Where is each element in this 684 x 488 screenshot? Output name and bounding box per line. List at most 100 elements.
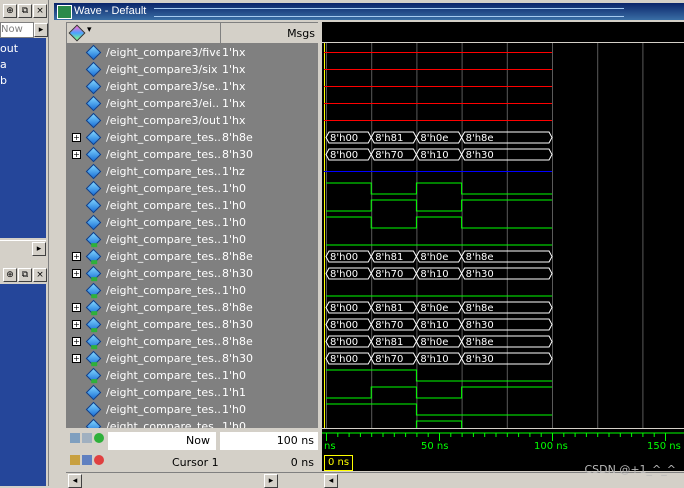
signal-value: 1'hx — [222, 97, 246, 110]
cursor-toolbar-icons[interactable] — [70, 433, 106, 445]
signal-row[interactable]: /eight_compare3/out1 — [66, 112, 220, 129]
undock-icon[interactable]: ⧉ — [18, 268, 32, 282]
bus-value-label: 8'h0e — [420, 133, 448, 144]
bus-value-label: 8'h00 — [330, 150, 358, 161]
signal-name: /eight_compare_tes... — [106, 267, 220, 280]
tree-item[interactable]: a — [0, 58, 7, 71]
signal-value: 1'h0 — [222, 284, 246, 297]
signal-icon — [85, 61, 102, 78]
expand-icon[interactable]: + — [72, 269, 81, 278]
cursor-lock-icons[interactable] — [70, 455, 106, 467]
signal-name: /eight_compare3/se... — [106, 80, 220, 93]
waveform-svg[interactable]: 8'h00 8'h81 8'h0e 8'h8e 8'h00 8'h70 8'h10 8'h30… — [322, 43, 684, 428]
signal-row[interactable]: /eight_compare_tes... — [66, 384, 220, 401]
cursor-marker[interactable]: 0 ns — [324, 455, 354, 471]
signal-row[interactable]: /eight_compare_tes... — [66, 163, 220, 180]
signal-row[interactable]: /eight_compare_tes... — [66, 214, 220, 231]
wave-header — [322, 22, 684, 42]
signal-icon — [85, 418, 102, 428]
add-cursor-icon[interactable] — [94, 433, 104, 443]
now-icon[interactable] — [70, 433, 80, 443]
add-wave-icon[interactable] — [68, 24, 86, 42]
bus-value-label: 8'h70 — [375, 269, 403, 280]
signal-row[interactable]: + /eight_compare_tes... — [66, 299, 220, 316]
objects-panel[interactable] — [0, 284, 46, 486]
scroll-right-icon[interactable]: ▸ — [32, 242, 46, 256]
signal-value: 1'h0 — [222, 369, 246, 382]
ruler-label: 100 ns — [534, 441, 568, 452]
signal-value: 8'h30 — [222, 267, 253, 280]
signal-row[interactable]: + /eight_compare_tes... — [66, 350, 220, 367]
delete-cursor-icon[interactable] — [94, 455, 104, 465]
arrow-right-icon[interactable]: ▸ — [34, 23, 48, 37]
pin-icon[interactable]: ⊕ — [3, 268, 17, 282]
signal-row[interactable]: + /eight_compare_tes... — [66, 333, 220, 350]
waveform-area[interactable]: 8'h00 8'h81 8'h0e 8'h8e 8'h00 8'h70 8'h10 8'h30… — [322, 43, 684, 428]
bus-value-label: 8'h30 — [466, 150, 494, 161]
bus-value-label: 8'h8e — [466, 337, 494, 348]
signal-value: 1'h0 — [222, 233, 246, 246]
signal-value: 8'h8e — [222, 301, 253, 314]
close-icon[interactable]: × — [33, 268, 47, 282]
pin-icon[interactable]: ⊕ — [3, 4, 17, 18]
bus-value-label: 8'h81 — [375, 133, 403, 144]
signal-row[interactable]: + /eight_compare_tes... — [66, 265, 220, 282]
cursor-label[interactable]: Cursor 1 — [172, 456, 219, 469]
signal-row[interactable]: /eight_compare_tes... — [66, 282, 220, 299]
signal-row[interactable]: /eight_compare_tes... — [66, 367, 220, 384]
signal-icon — [85, 146, 102, 163]
expand-icon[interactable]: + — [72, 150, 81, 159]
cursor-list-icon[interactable] — [82, 433, 92, 443]
signal-name: /eight_compare_tes... — [106, 131, 220, 144]
structure-tree[interactable]: out a b — [0, 38, 46, 238]
signal-row[interactable]: /eight_compare3/ei... — [66, 95, 220, 112]
close-icon[interactable]: × — [33, 4, 47, 18]
signal-name: /eight_compare_tes... — [106, 199, 220, 212]
expand-icon[interactable]: + — [72, 303, 81, 312]
signal-row[interactable]: /eight_compare3/five — [66, 44, 220, 61]
now-field[interactable]: Now — [0, 22, 34, 38]
chevron-down-icon[interactable]: ▾ — [87, 25, 92, 35]
signal-icon — [85, 44, 102, 61]
expand-icon[interactable]: + — [72, 354, 81, 363]
signal-row[interactable]: /eight_compare_tes... — [66, 231, 220, 248]
expand-icon[interactable]: + — [72, 133, 81, 142]
signal-icon — [85, 129, 102, 146]
signal-row[interactable]: /eight_compare3/se... — [66, 78, 220, 95]
expand-icon[interactable]: + — [72, 320, 81, 329]
signal-row[interactable]: /eight_compare_tes... — [66, 180, 220, 197]
names-header[interactable]: ▾ — [66, 22, 222, 44]
signal-row[interactable]: + /eight_compare_tes... — [66, 248, 220, 265]
bus-value-label: 8'h10 — [420, 150, 448, 161]
pencil-icon[interactable] — [82, 455, 92, 465]
bus-value-label: 8'h00 — [330, 303, 358, 314]
undock-icon[interactable]: ⧉ — [18, 4, 32, 18]
signal-row[interactable]: + /eight_compare_tes... — [66, 129, 220, 146]
output-signal-icon — [85, 367, 102, 384]
expand-icon[interactable]: + — [72, 252, 81, 261]
signal-row[interactable]: /eight_compare_tes... — [66, 401, 220, 418]
signal-icon — [85, 214, 102, 231]
bus-value-label: 8'h10 — [420, 320, 448, 331]
signal-values-list[interactable]: 1'hx 1'hx 1'hx 1'hx 1'hx 8'h8e 8'h30 1'hz 1'h0 1'… — [220, 43, 318, 428]
tree-item[interactable]: out — [0, 42, 18, 55]
signal-icon — [85, 95, 102, 112]
tree-item[interactable]: b — [0, 74, 7, 87]
expand-icon[interactable]: + — [72, 337, 81, 346]
lock-icon[interactable] — [70, 455, 80, 465]
signal-names-list[interactable]: /eight_compare3/five/eight_compare3/six /… — [66, 43, 220, 428]
signal-name: /eight_compare_tes... — [106, 148, 220, 161]
signal-row[interactable]: /eight_compare3/six — [66, 61, 220, 78]
bus-value-label: 8'h00 — [330, 337, 358, 348]
signal-row[interactable]: + /eight_compare_tes... — [66, 146, 220, 163]
signal-name: /eight_compare_tes... — [106, 318, 220, 331]
left-hscroll[interactable]: ▸ — [0, 240, 46, 256]
values-header[interactable]: Msgs — [220, 22, 320, 44]
window-title: Wave - Default — [74, 5, 147, 17]
signal-row[interactable]: /eight_compare_tes... — [66, 418, 220, 428]
wave-titlebar[interactable]: Wave - Default — [54, 3, 684, 20]
signal-row[interactable]: /eight_compare_tes... — [66, 197, 220, 214]
signal-icon — [85, 112, 102, 129]
signal-row[interactable]: + /eight_compare_tes... — [66, 316, 220, 333]
left-panel: ⊕ ⧉ × Now ▸ out a b ▸ ⊕ ⧉ × — [0, 0, 49, 486]
